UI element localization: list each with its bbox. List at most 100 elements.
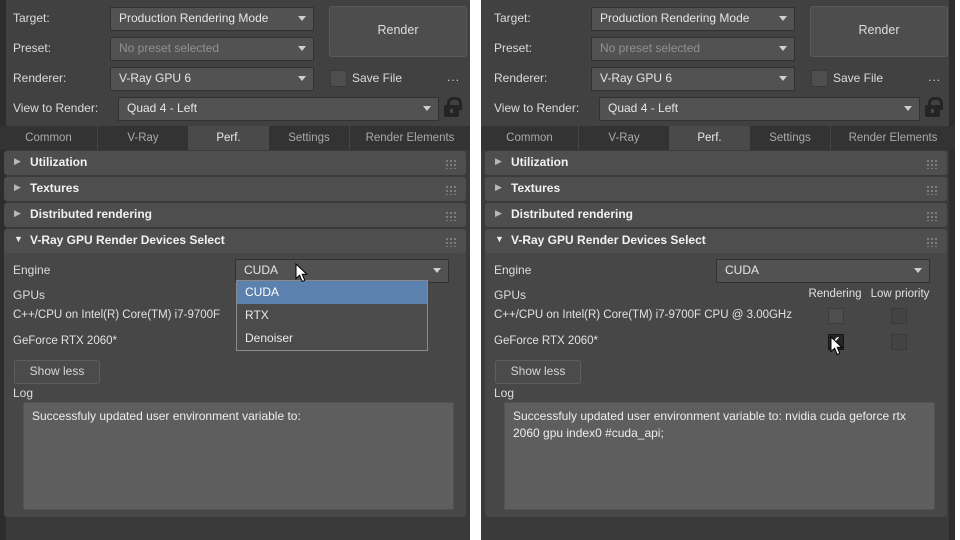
engine-option-denoiser[interactable]: Denoiser	[237, 327, 427, 350]
view-to-render-dropdown[interactable]: Quad 4 - Left	[118, 97, 439, 121]
collapsed-arrow-icon: ▶	[14, 208, 21, 218]
drag-grip-icon[interactable]	[445, 185, 456, 195]
engine-option-cuda[interactable]: CUDA	[237, 281, 427, 304]
tab-perf[interactable]: Perf.	[669, 126, 750, 150]
target-dropdown[interactable]: Production Rendering Mode	[591, 7, 795, 31]
chevron-down-icon	[298, 76, 306, 81]
preset-dropdown[interactable]: No preset selected	[110, 37, 314, 61]
render-button[interactable]: Render	[810, 6, 948, 57]
save-file-label: Save File	[833, 71, 884, 85]
settings-tabbar: Common V-Ray Perf. Settings Render Eleme…	[481, 126, 955, 150]
view-to-render-label: View to Render:	[13, 101, 99, 115]
lock-view-icon[interactable]	[925, 97, 943, 118]
drag-grip-icon[interactable]	[926, 185, 937, 195]
preset-label: Preset:	[494, 41, 533, 55]
column-rendering: Rendering	[808, 288, 862, 300]
tab-common[interactable]: Common	[0, 126, 97, 150]
drag-grip-icon[interactable]	[926, 237, 937, 247]
settings-tabbar: Common V-Ray Perf. Settings Render Eleme…	[0, 126, 470, 150]
drag-grip-icon[interactable]	[445, 159, 456, 169]
tab-vray[interactable]: V-Ray	[578, 126, 669, 150]
browse-button[interactable]: ...	[447, 70, 460, 84]
lock-keyhole	[931, 109, 934, 113]
rollout-devices-header[interactable]: ▼ V-Ray GPU Render Devices Select	[4, 229, 466, 253]
rollout-devices-header[interactable]: ▼ V-Ray GPU Render Devices Select	[485, 229, 947, 253]
engine-dropdown-value: CUDA	[244, 263, 279, 277]
chevron-down-icon	[298, 16, 306, 21]
renderer-label: Renderer:	[494, 71, 548, 85]
tab-settings[interactable]: Settings	[269, 126, 349, 150]
collapsed-arrow-icon: ▶	[495, 156, 502, 166]
chevron-down-icon	[779, 76, 787, 81]
log-output[interactable]: Successfuly updated user environment var…	[23, 402, 454, 510]
target-dropdown[interactable]: Production Rendering Mode	[110, 7, 314, 31]
tab-perf[interactable]: Perf.	[188, 126, 269, 150]
save-file-checkbox[interactable]	[811, 70, 828, 87]
preset-dropdown[interactable]: No preset selected	[591, 37, 795, 61]
save-file-checkbox[interactable]	[330, 70, 347, 87]
drag-grip-icon[interactable]	[445, 211, 456, 221]
rollout-utilization[interactable]: ▶ Utilization	[4, 151, 466, 175]
collapsed-arrow-icon: ▶	[14, 182, 21, 192]
engine-label: Engine	[494, 263, 532, 277]
column-low-priority: Low priority	[870, 288, 930, 300]
view-to-render-dropdown[interactable]: Quad 4 - Left	[599, 97, 920, 121]
collapsed-arrow-icon: ▶	[495, 208, 502, 218]
gpu-low-priority-checkbox[interactable]	[891, 334, 907, 350]
chevron-down-icon	[904, 106, 912, 111]
preset-dropdown-value: No preset selected	[600, 41, 701, 55]
rollout-textures[interactable]: ▶ Textures	[4, 177, 466, 201]
rollout-distributed-rendering[interactable]: ▶ Distributed rendering	[485, 203, 947, 227]
mouse-cursor-icon	[295, 263, 308, 283]
chevron-down-icon	[433, 268, 441, 273]
engine-dropdown[interactable]: CUDA	[716, 259, 930, 283]
show-less-button[interactable]: Show less	[495, 360, 581, 384]
preset-label: Preset:	[13, 41, 52, 55]
tab-settings[interactable]: Settings	[750, 126, 830, 150]
lock-keyhole	[450, 109, 453, 113]
gpus-label: GPUs	[13, 288, 46, 302]
cpu-device-label: C++/CPU on Intel(R) Core(TM) i7-9700F CP…	[494, 309, 792, 321]
drag-grip-icon[interactable]	[926, 211, 937, 221]
rollout-distributed-rendering[interactable]: ▶ Distributed rendering	[4, 203, 466, 227]
drag-grip-icon[interactable]	[926, 159, 937, 169]
renderer-dropdown[interactable]: V-Ray GPU 6	[591, 67, 795, 91]
tab-common[interactable]: Common	[481, 126, 578, 150]
chevron-down-icon	[779, 16, 787, 21]
chevron-down-icon	[423, 106, 431, 111]
renderer-dropdown-value: V-Ray GPU 6	[600, 71, 673, 85]
lock-view-icon[interactable]	[444, 97, 462, 118]
view-to-render-value: Quad 4 - Left	[608, 101, 679, 115]
engine-dropdown-list: CUDA RTX Denoiser	[236, 280, 428, 351]
log-label: Log	[494, 386, 515, 400]
rollout-utilization[interactable]: ▶ Utilization	[485, 151, 947, 175]
render-button[interactable]: Render	[329, 6, 467, 57]
engine-dropdown-value: CUDA	[725, 263, 760, 277]
renderer-dropdown[interactable]: V-Ray GPU 6	[110, 67, 314, 91]
cpu-rendering-checkbox[interactable]	[828, 308, 844, 324]
target-dropdown-value: Production Rendering Mode	[119, 11, 269, 25]
preset-dropdown-value: No preset selected	[119, 41, 220, 55]
log-output[interactable]: Successfuly updated user environment var…	[504, 402, 935, 510]
expanded-arrow-icon: ▼	[495, 234, 504, 244]
chevron-down-icon	[779, 46, 787, 51]
renderer-dropdown-value: V-Ray GPU 6	[119, 71, 192, 85]
gpus-label: GPUs	[494, 288, 527, 302]
engine-option-rtx[interactable]: RTX	[237, 304, 427, 327]
rollout-textures[interactable]: ▶ Textures	[485, 177, 947, 201]
chevron-down-icon	[298, 46, 306, 51]
show-less-button[interactable]: Show less	[14, 360, 100, 384]
gpu-device-label: GeForce RTX 2060*	[494, 335, 598, 347]
log-label: Log	[13, 386, 34, 400]
save-file-label: Save File	[352, 71, 403, 85]
tab-vray[interactable]: V-Ray	[97, 126, 188, 150]
tab-render-elements[interactable]: Render Elements	[349, 126, 470, 150]
renderer-label: Renderer:	[13, 71, 67, 85]
tab-render-elements[interactable]: Render Elements	[830, 126, 955, 150]
cpu-low-priority-checkbox[interactable]	[891, 308, 907, 324]
view-to-render-label: View to Render:	[494, 101, 580, 115]
render-setup-panel-right: Target: Production Rendering Mode Render…	[481, 0, 955, 540]
drag-grip-icon[interactable]	[445, 237, 456, 247]
browse-button[interactable]: ...	[928, 70, 941, 84]
gpu-device-label: GeForce RTX 2060*	[13, 335, 117, 347]
